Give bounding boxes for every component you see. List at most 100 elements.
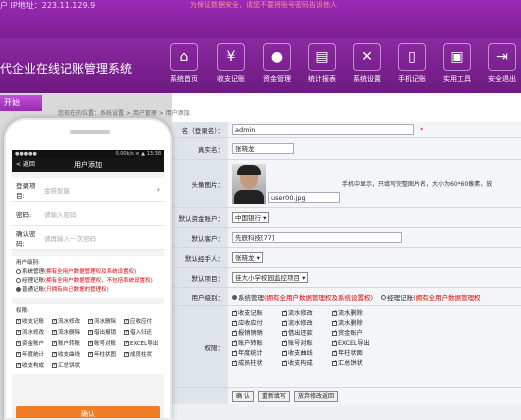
checkbox-icon[interactable] bbox=[282, 349, 287, 356]
radio-icon[interactable] bbox=[232, 295, 237, 300]
checkbox-icon[interactable] bbox=[232, 349, 237, 356]
nav-item-toolbox[interactable]: ▣ 实用工具 bbox=[437, 43, 477, 84]
checkbox-icon[interactable] bbox=[332, 319, 337, 326]
permission-item[interactable]: 收支记账 bbox=[232, 308, 282, 317]
checkbox-icon[interactable] bbox=[282, 339, 287, 346]
permission-item[interactable]: 汇总饼状 bbox=[332, 358, 386, 367]
phone-field-input[interactable]: 请再输入一次密码 bbox=[44, 233, 160, 243]
checkbox-icon[interactable] bbox=[232, 339, 237, 346]
project-select[interactable]: 佳大小学校园监控项目 ▾ bbox=[232, 272, 309, 283]
radio-icon[interactable] bbox=[381, 295, 387, 300]
phone-permission-item[interactable]: 流水修改 bbox=[16, 328, 52, 338]
checkbox-icon[interactable] bbox=[332, 339, 337, 346]
back-button[interactable]: < 返回 bbox=[16, 158, 35, 172]
checkbox-icon[interactable] bbox=[282, 309, 287, 316]
checkbox-icon[interactable] bbox=[282, 329, 287, 336]
permission-item[interactable]: 流水删除 bbox=[332, 318, 386, 327]
permission-item[interactable]: 资金账户 bbox=[332, 328, 386, 337]
phone-permission-item[interactable]: 账户转账 bbox=[52, 339, 88, 349]
checkbox-icon[interactable] bbox=[16, 361, 21, 370]
nav-item-exit[interactable]: ⇥ 安全退出 bbox=[482, 43, 521, 84]
checkbox-icon[interactable] bbox=[332, 359, 337, 366]
nav-item-phone[interactable]: ▯ 手机记账 bbox=[392, 43, 432, 84]
phone-level-option[interactable]: 普通记账(只拥有自己数据的管理权) bbox=[16, 286, 160, 295]
phone-permission-item[interactable]: 收支记账 bbox=[16, 317, 52, 327]
phone-permission-item[interactable]: EXCEL导出 bbox=[124, 339, 160, 349]
checkbox-icon[interactable] bbox=[282, 359, 287, 366]
nav-item-piggy-bank[interactable]: ● 资金管理 bbox=[257, 43, 297, 84]
nav-item-tools[interactable]: ✕ 系统设置 bbox=[347, 43, 387, 84]
phone-permission-item[interactable]: 借出报销 bbox=[88, 328, 124, 338]
client-input[interactable]: 先辰科技[77] bbox=[232, 232, 402, 243]
permission-item[interactable]: 账户转账 bbox=[232, 338, 282, 347]
radio-icon[interactable] bbox=[16, 278, 21, 283]
checkbox-icon[interactable] bbox=[124, 328, 129, 337]
checkbox-icon[interactable] bbox=[88, 328, 93, 337]
checkbox-icon[interactable] bbox=[232, 309, 237, 316]
checkbox-icon[interactable] bbox=[52, 328, 57, 337]
checkbox-icon[interactable] bbox=[332, 329, 337, 336]
checkbox-icon[interactable] bbox=[332, 309, 337, 316]
checkbox-icon[interactable] bbox=[16, 339, 21, 348]
radio-icon[interactable] bbox=[16, 269, 21, 274]
phone-permission-item[interactable]: 年度统计 bbox=[16, 350, 52, 360]
checkbox-icon[interactable] bbox=[88, 339, 93, 348]
permission-item[interactable]: 年柱状图 bbox=[332, 348, 386, 357]
level-option[interactable]: 经理记账(拥有全用户数据管理权 bbox=[381, 292, 481, 302]
checkbox-icon[interactable] bbox=[16, 350, 21, 359]
phone-permission-item[interactable]: 收支构成 bbox=[16, 361, 52, 371]
checkbox-icon[interactable] bbox=[52, 361, 57, 370]
permission-item[interactable]: 流水修改 bbox=[282, 308, 332, 317]
checkbox-icon[interactable] bbox=[282, 319, 287, 326]
permission-item[interactable]: 应收应付 bbox=[232, 318, 282, 327]
handler-select[interactable]: 张晓龙 ▾ bbox=[232, 252, 263, 263]
account-select[interactable]: 中国银行 ▾ bbox=[232, 212, 270, 223]
permission-item[interactable]: 账号对账 bbox=[282, 338, 332, 347]
login-name-input[interactable]: admin bbox=[232, 124, 414, 135]
phone-level-option[interactable]: 系统管理(拥有全用户数据管理权及系统设置权) bbox=[16, 268, 160, 277]
phone-permission-item[interactable]: 流水删除 bbox=[52, 328, 88, 338]
phone-permission-item[interactable]: 汇总饼状 bbox=[52, 361, 88, 371]
permission-item[interactable]: 年度统计 bbox=[232, 348, 282, 357]
checkbox-icon[interactable] bbox=[52, 350, 57, 359]
nav-item-chart[interactable]: ▤ 统计报表 bbox=[302, 43, 342, 84]
permission-item[interactable]: EXCEL导出 bbox=[332, 338, 386, 347]
nav-item-home[interactable]: ⌂ 系统首页 bbox=[164, 43, 204, 84]
avatar-file-input[interactable]: user00.jpg bbox=[268, 192, 340, 203]
checkbox-icon[interactable] bbox=[232, 359, 237, 366]
phone-permission-item[interactable]: 流水删除 bbox=[88, 317, 124, 327]
checkbox-icon[interactable] bbox=[124, 350, 129, 359]
phone-permission-item[interactable]: 流水修改 bbox=[52, 317, 88, 327]
checkbox-icon[interactable] bbox=[88, 350, 93, 359]
reset-button[interactable]: 重新填写 bbox=[257, 390, 290, 402]
level-option[interactable]: 系统管理(拥有全用户数据管理权及系统设置权) bbox=[232, 292, 373, 302]
permission-item[interactable]: 报销销销 bbox=[232, 328, 282, 337]
start-button[interactable]: 开始 bbox=[0, 95, 42, 111]
checkbox-icon[interactable] bbox=[88, 317, 93, 326]
checkbox-icon[interactable] bbox=[16, 328, 21, 337]
permission-item[interactable]: 借出还款 bbox=[282, 328, 332, 337]
real-name-input[interactable]: 张晓龙 bbox=[232, 143, 294, 154]
permission-item[interactable]: 收支曲线 bbox=[282, 348, 332, 357]
phone-permission-item[interactable]: 账号对账 bbox=[88, 339, 124, 349]
phone-permission-item[interactable]: 资金账户 bbox=[16, 339, 52, 349]
checkbox-icon[interactable] bbox=[232, 319, 237, 326]
checkbox-icon[interactable] bbox=[52, 339, 57, 348]
phone-submit-button[interactable]: 确认 bbox=[16, 406, 160, 418]
permission-item[interactable]: 收支构成 bbox=[282, 358, 332, 367]
permission-item[interactable]: 成员柱状 bbox=[232, 358, 282, 367]
checkbox-icon[interactable] bbox=[232, 329, 237, 336]
checkbox-icon[interactable] bbox=[332, 349, 337, 356]
checkbox-icon[interactable] bbox=[16, 317, 21, 326]
confirm-button[interactable]: 确 认 bbox=[232, 390, 254, 402]
phone-field-input[interactable]: 金晓智能 bbox=[44, 185, 157, 195]
phone-level-option[interactable]: 经理记账(拥有全用户数据管理权，不包括系统设置权) bbox=[16, 277, 160, 286]
phone-permission-item[interactable]: 年柱状图 bbox=[88, 350, 124, 360]
phone-permission-item[interactable]: 收支曲线 bbox=[52, 350, 88, 360]
phone-permission-item[interactable]: 成员柱状 bbox=[124, 350, 160, 360]
phone-permission-item[interactable]: 应收应付 bbox=[124, 317, 160, 327]
checkbox-icon[interactable] bbox=[52, 317, 57, 326]
phone-permission-item[interactable]: 借入归还 bbox=[124, 328, 160, 338]
radio-icon[interactable] bbox=[16, 287, 21, 292]
checkbox-icon[interactable] bbox=[124, 317, 129, 326]
